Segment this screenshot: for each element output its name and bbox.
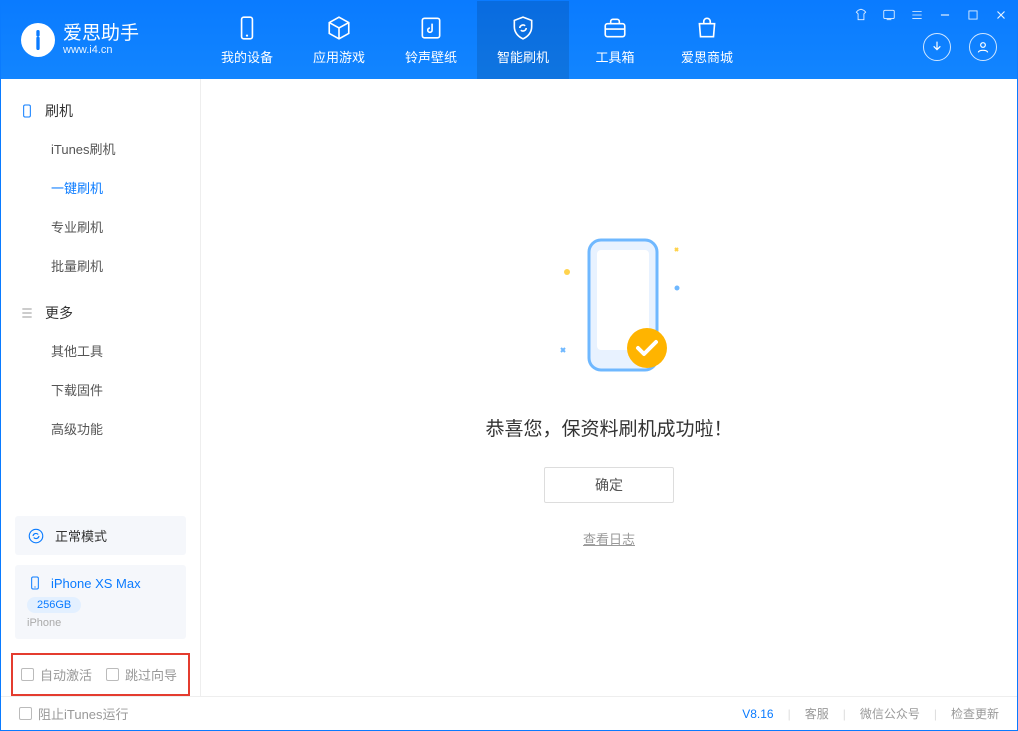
shield-refresh-icon (510, 15, 536, 41)
footer: 阻止iTunes运行 V8.16 | 客服 | 微信公众号 | 检查更新 (1, 696, 1017, 730)
nav-label: 应用游戏 (313, 47, 365, 66)
bag-icon (694, 15, 720, 41)
checkbox-label: 跳过向导 (125, 665, 177, 684)
checkbox-icon (106, 668, 119, 681)
sidebar-section-more: 更多 (1, 295, 200, 331)
device-capacity: 256GB (27, 597, 81, 613)
sidebar-item-download-firmware[interactable]: 下载固件 (1, 370, 200, 409)
check-update-link[interactable]: 检查更新 (951, 705, 999, 722)
feedback-icon[interactable] (881, 7, 897, 23)
maximize-icon[interactable] (965, 7, 981, 23)
cube-icon (326, 15, 352, 41)
nav-label: 爱思商城 (681, 47, 733, 66)
body: 刷机 iTunes刷机 一键刷机 专业刷机 批量刷机 更多 其他工具 下载固件 … (1, 79, 1017, 696)
sync-icon (27, 527, 45, 545)
nav-apps-games[interactable]: 应用游戏 (293, 1, 385, 79)
wechat-link[interactable]: 微信公众号 (860, 705, 920, 722)
sidebar-item-oneclick-flash[interactable]: 一键刷机 (1, 168, 200, 207)
checkbox-icon (21, 668, 34, 681)
device-type: iPhone (27, 617, 174, 629)
separator: | (843, 707, 846, 721)
separator: | (934, 707, 937, 721)
checkbox-block-itunes[interactable]: 阻止iTunes运行 (19, 704, 129, 723)
sidebar-section-title: 更多 (45, 303, 73, 323)
menu-icon[interactable] (909, 7, 925, 23)
main-content: 恭喜您，保资料刷机成功啦！ 确定 查看日志 (201, 79, 1017, 696)
shirt-icon[interactable] (853, 7, 869, 23)
app-window: 爱思助手 www.i4.cn 我的设备 应用游戏 铃声壁纸 智能刷机 (0, 0, 1018, 731)
device-card[interactable]: iPhone XS Max 256GB iPhone (15, 565, 186, 639)
separator: | (788, 707, 791, 721)
nav-store[interactable]: 爱思商城 (661, 1, 753, 79)
nav-label: 工具箱 (595, 47, 634, 66)
titlebar: 爱思助手 www.i4.cn 我的设备 应用游戏 铃声壁纸 智能刷机 (1, 1, 1017, 79)
nav-ringtones-wallpapers[interactable]: 铃声壁纸 (385, 1, 477, 79)
sidebar-item-pro-flash[interactable]: 专业刷机 (1, 207, 200, 246)
device-icon (27, 575, 43, 591)
checkbox-skip-guide[interactable]: 跳过向导 (106, 665, 177, 684)
nav-label: 我的设备 (221, 47, 273, 66)
sidebar-item-advanced[interactable]: 高级功能 (1, 409, 200, 448)
download-icon[interactable] (923, 33, 951, 61)
success-illustration (549, 228, 669, 388)
top-nav: 我的设备 应用游戏 铃声壁纸 智能刷机 工具箱 爱思商城 (201, 1, 753, 79)
app-name-cn: 爱思助手 (63, 24, 139, 45)
nav-label: 铃声壁纸 (405, 47, 457, 66)
nav-label: 智能刷机 (497, 47, 549, 66)
support-link[interactable]: 客服 (805, 705, 829, 722)
checkbox-auto-activate[interactable]: 自动激活 (21, 665, 92, 684)
music-note-icon (418, 15, 444, 41)
sidebar-item-other-tools[interactable]: 其他工具 (1, 331, 200, 370)
titlebar-right-icons (923, 33, 997, 61)
version-label: V8.16 (742, 707, 773, 721)
minimize-icon[interactable] (937, 7, 953, 23)
device-icon (234, 15, 260, 41)
app-logo[interactable]: 爱思助手 www.i4.cn (1, 1, 201, 79)
checkbox-icon (19, 707, 32, 720)
nav-my-device[interactable]: 我的设备 (201, 1, 293, 79)
sidebar-item-batch-flash[interactable]: 批量刷机 (1, 246, 200, 285)
toolbox-icon (602, 15, 628, 41)
app-name-en: www.i4.cn (63, 44, 139, 56)
ok-button[interactable]: 确定 (544, 467, 674, 503)
phone-icon (19, 103, 35, 119)
logo-icon (21, 23, 55, 57)
success-message: 恭喜您，保资料刷机成功啦！ (485, 414, 732, 441)
highlighted-options: 自动激活 跳过向导 (11, 653, 190, 696)
close-icon[interactable] (993, 7, 1009, 23)
checkbox-label: 自动激活 (40, 665, 92, 684)
nav-smart-flash[interactable]: 智能刷机 (477, 1, 569, 79)
sidebar-item-itunes-flash[interactable]: iTunes刷机 (1, 129, 200, 168)
checkbox-label: 阻止iTunes运行 (38, 704, 129, 723)
list-icon (19, 305, 35, 321)
sidebar-section-flash: 刷机 (1, 93, 200, 129)
device-name: iPhone XS Max (51, 576, 141, 591)
mode-label: 正常模式 (55, 526, 107, 545)
nav-toolbox[interactable]: 工具箱 (569, 1, 661, 79)
sidebar: 刷机 iTunes刷机 一键刷机 专业刷机 批量刷机 更多 其他工具 下载固件 … (1, 79, 201, 696)
view-log-link[interactable]: 查看日志 (583, 529, 635, 548)
mode-indicator[interactable]: 正常模式 (15, 516, 186, 555)
sidebar-section-title: 刷机 (45, 101, 73, 121)
window-controls (853, 7, 1009, 23)
user-icon[interactable] (969, 33, 997, 61)
